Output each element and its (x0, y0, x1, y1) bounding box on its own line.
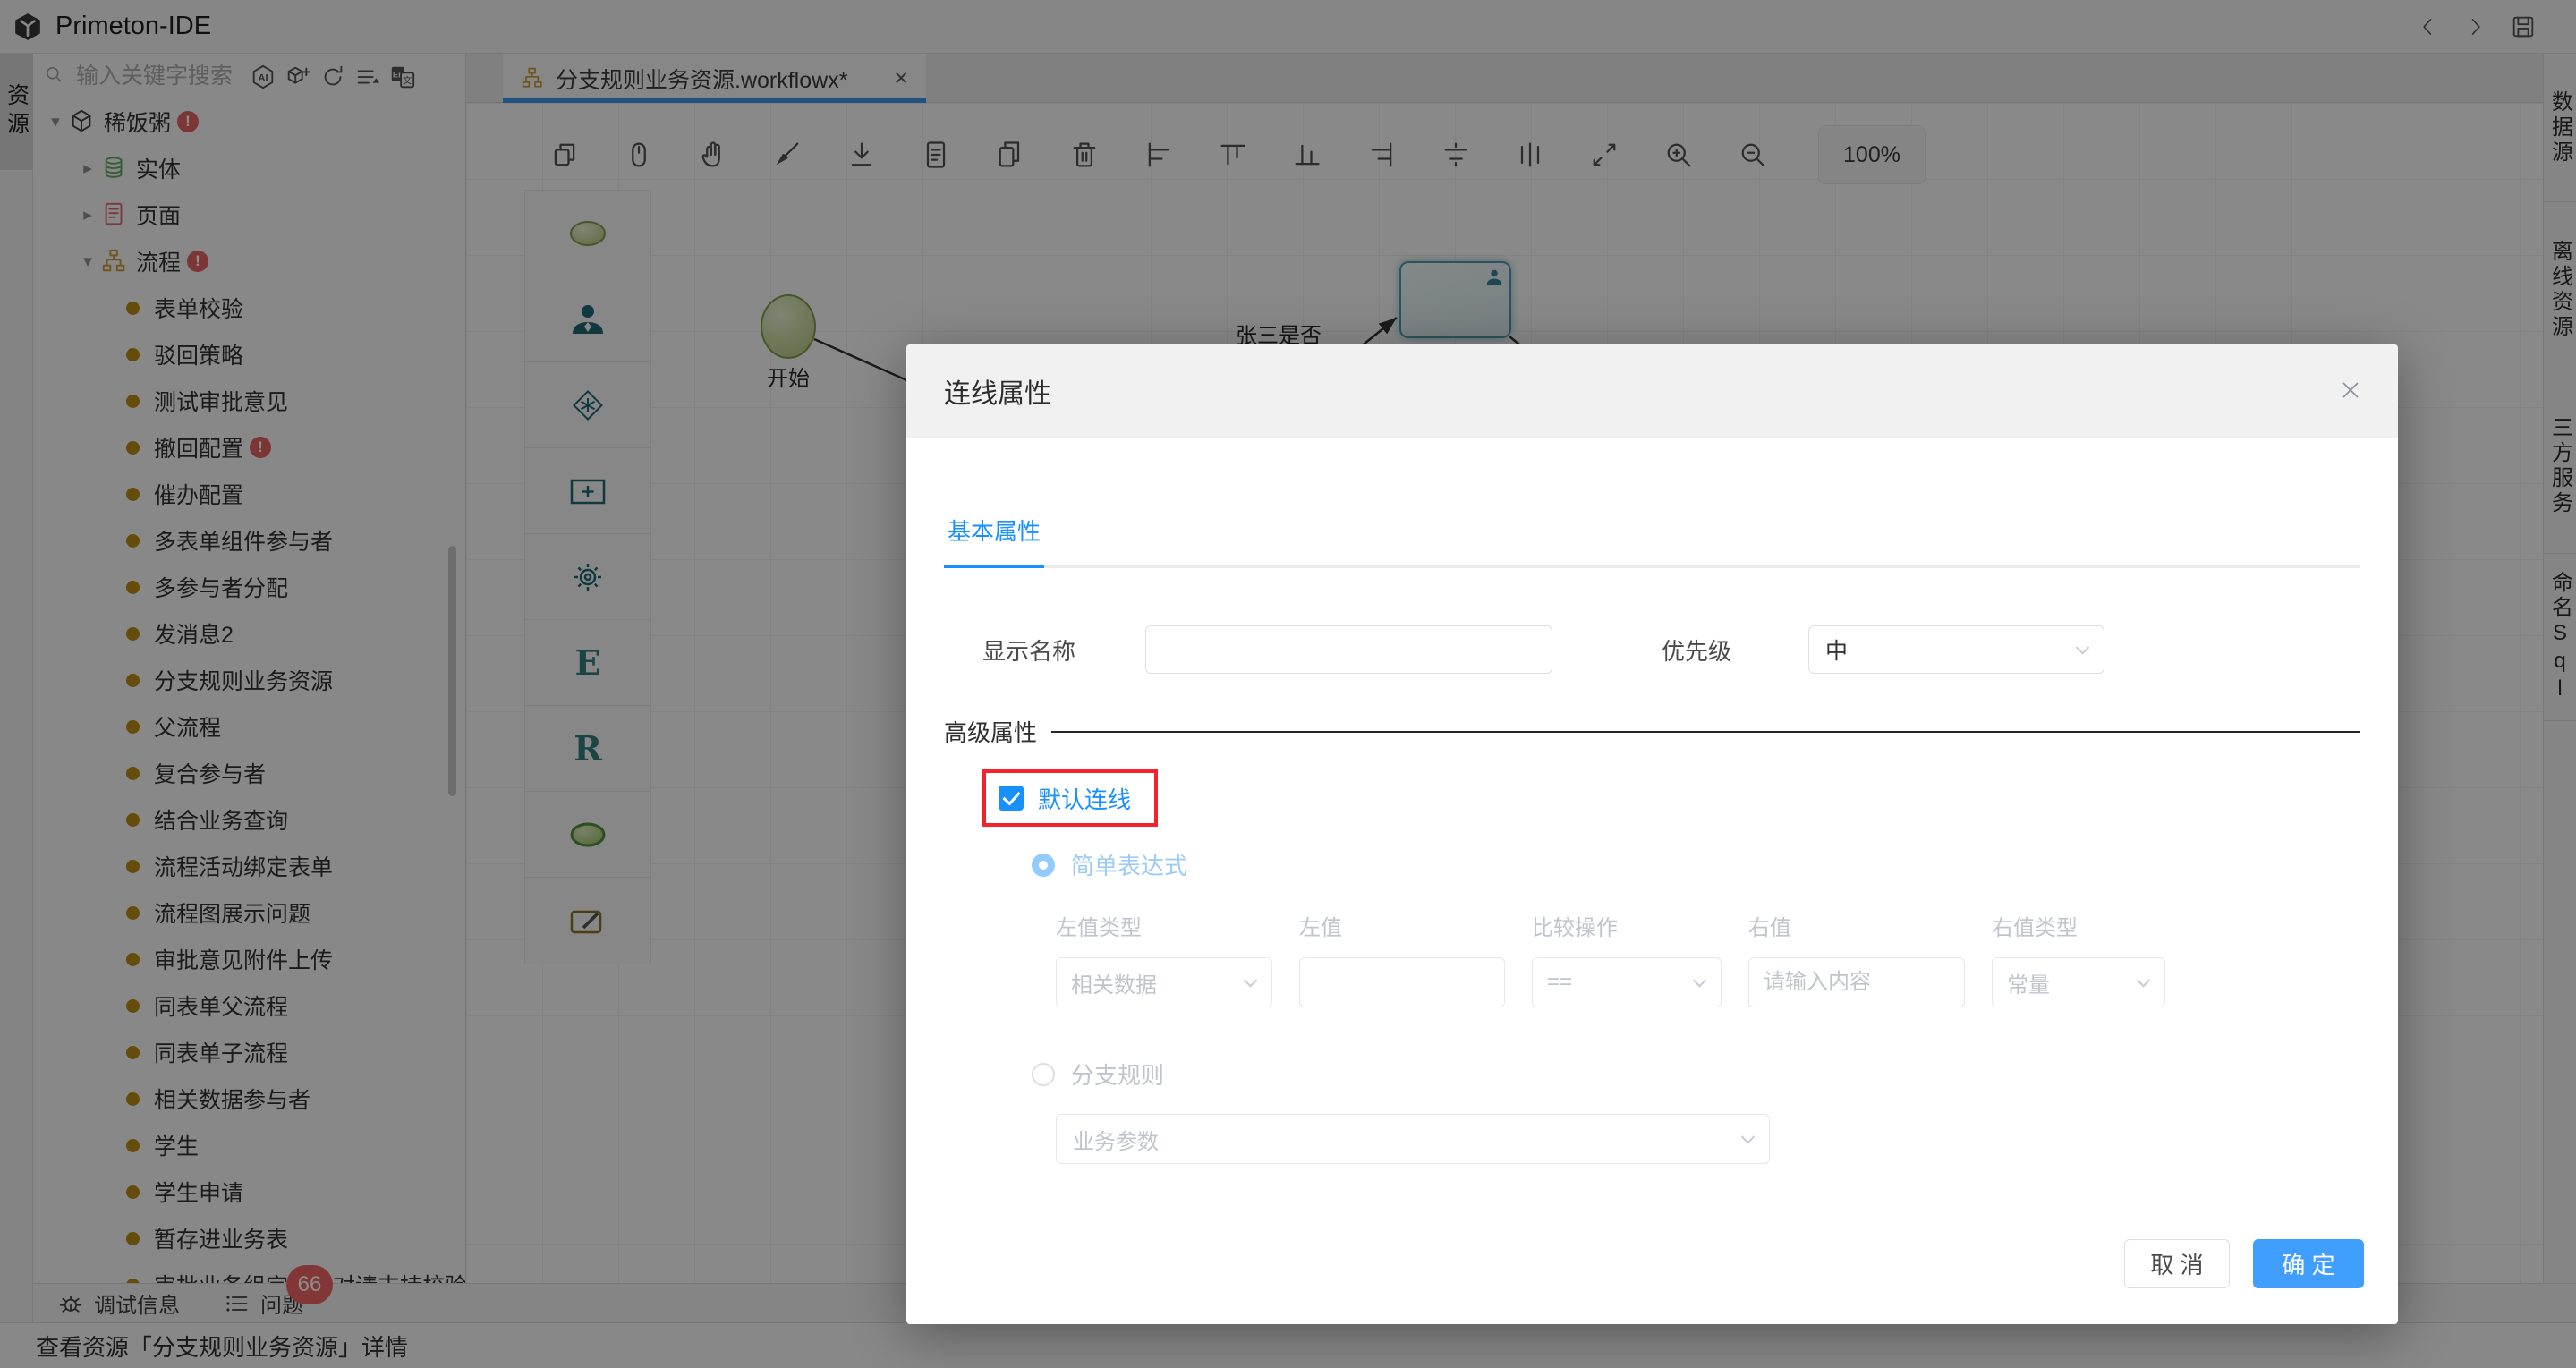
column-label: 右值类型 (1992, 916, 2078, 940)
column-input[interactable] (1314, 970, 1490, 995)
priority-label: 优先级 (1662, 637, 1732, 665)
simple-expression-option: 简单表达式 (1032, 848, 2398, 881)
expression-column: 比较操作 == (1532, 910, 1722, 1007)
column-select-disabled[interactable]: == (1532, 957, 1722, 1007)
simple-expression-label: 简单表达式 (1071, 853, 1188, 879)
column-select-disabled[interactable]: 相关数据 (1056, 957, 1272, 1007)
chevron-down-icon (1740, 1130, 1756, 1144)
advanced-section: 高级属性 (944, 715, 2360, 748)
column-input[interactable] (1764, 970, 1950, 995)
cancel-button[interactable]: 取 消 (2124, 1239, 2230, 1288)
tab-basic-properties[interactable]: 基本属性 (944, 514, 1045, 568)
close-x-icon (2342, 382, 2359, 398)
confirm-button[interactable]: 确 定 (2253, 1239, 2364, 1288)
column-input-disabled[interactable] (1299, 957, 1505, 1007)
default-line-label: 默认连线 (1038, 786, 1132, 813)
simple-expression-radio[interactable] (1032, 853, 1055, 877)
column-label: 左值类型 (1056, 916, 1142, 940)
branch-rule-label: 分支规则 (1071, 1062, 1165, 1089)
branch-rule-radio[interactable] (1032, 1062, 1055, 1086)
expression-column: 右值 (1748, 910, 1965, 1007)
primeton-ide-window: Primeton-IDE 资源 AIEn文 ▾稀饭粥!▸实体▸页面▾流程!表单校… (0, 0, 2576, 1368)
priority-select[interactable]: 中 (1808, 625, 2105, 674)
select-value: 相关数据 (1071, 973, 1157, 998)
expression-columns: 左值类型相关数据 左值 比较操作 == 右值 右值类型常量 (1056, 910, 2360, 1007)
branch-rule-value: 业务参数 (1073, 1129, 1159, 1154)
dialog-tabs: 基本属性 (944, 514, 2360, 568)
column-label: 比较操作 (1532, 916, 1618, 940)
branch-rule-select[interactable]: 业务参数 (1056, 1114, 1770, 1164)
expression-column: 左值类型相关数据 (1056, 910, 1272, 1007)
select-value: == (1547, 970, 1573, 994)
chevron-down-icon (1692, 973, 1707, 988)
annotation-highlight-box: 默认连线 (982, 769, 1159, 827)
display-name-input[interactable] (1145, 625, 1553, 674)
chevron-down-icon (2136, 973, 2151, 988)
select-value: 常量 (2007, 973, 2050, 998)
chevron-down-icon (2075, 641, 2090, 655)
dialog-footer: 取 消 确 定 (2124, 1239, 2364, 1288)
advanced-section-label: 高级属性 (944, 719, 1038, 746)
branch-rule-option: 分支规则 (1032, 1058, 2398, 1091)
close-icon[interactable] (2337, 377, 2364, 404)
basic-form-row: 显示名称 优先级 中 (982, 625, 2360, 674)
expression-column: 左值 (1299, 910, 1505, 1007)
priority-value: 中 (1825, 639, 1849, 664)
column-input-disabled[interactable] (1748, 957, 1965, 1007)
chevron-down-icon (1243, 973, 1258, 988)
dialog-header: 连线属性 (906, 344, 2398, 438)
default-line-checkbox[interactable] (999, 786, 1024, 811)
dialog-title: 连线属性 (944, 379, 1051, 409)
connection-properties-dialog: 连线属性 基本属性 显示名称 优先级 中 高级属性 默认连线 简单表达式 左值类… (906, 344, 2398, 1324)
display-name-label: 显示名称 (982, 637, 1076, 665)
column-label: 右值 (1748, 916, 1791, 940)
expression-column: 右值类型常量 (1992, 910, 2165, 1007)
column-label: 左值 (1299, 916, 1342, 940)
column-select-disabled[interactable]: 常量 (1992, 957, 2165, 1007)
section-divider (1051, 730, 2360, 733)
